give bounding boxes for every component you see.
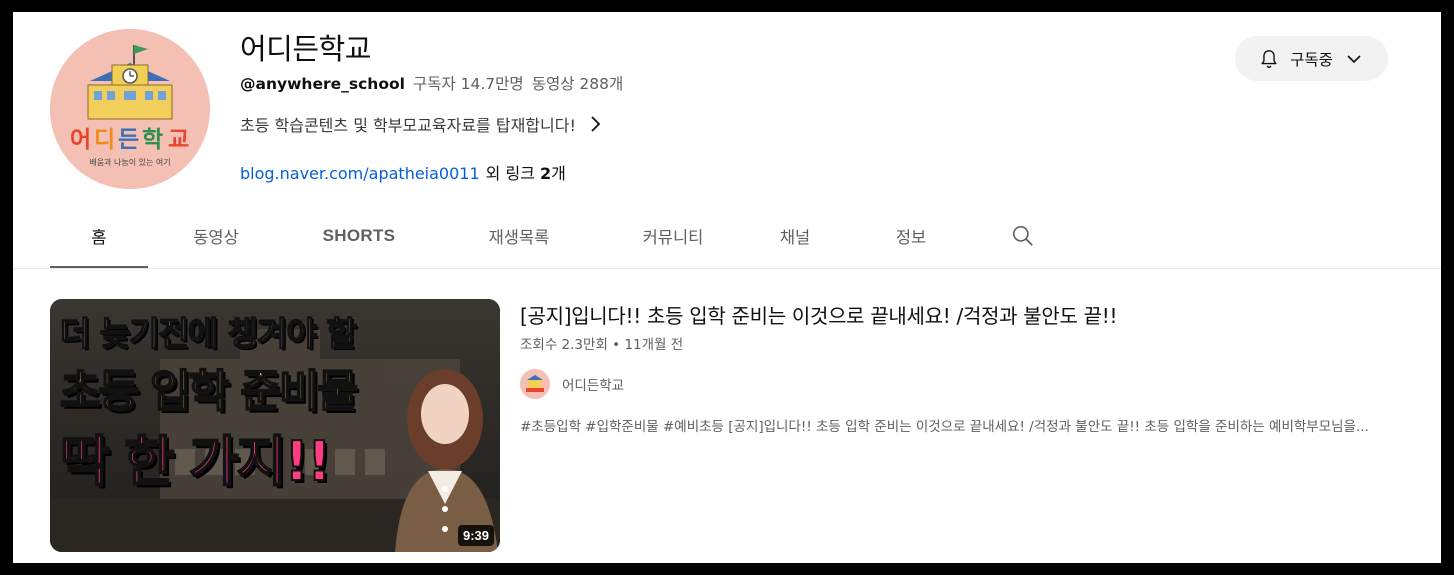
video-views: 조회수 2.3만회	[520, 337, 608, 353]
tab-home-label: 홈	[91, 227, 107, 247]
thumbnail-line-2: 초등 입학 준비물	[59, 365, 359, 418]
tab-community-label: 커뮤니티	[642, 227, 704, 247]
tab-about-label: 정보	[895, 227, 927, 247]
tab-home[interactable]: 홈	[50, 202, 148, 269]
video-age: 11개월 전	[624, 337, 684, 353]
svg-text:든: 든	[118, 127, 139, 153]
tab-channels-label: 채널	[779, 227, 811, 247]
channel-tabs: 홈 동영상 SHORTS 재생목록 커뮤니티 채널 정보	[50, 202, 1072, 269]
tab-channels[interactable]: 채널	[742, 202, 848, 269]
video-duration: 9:39	[457, 525, 494, 546]
svg-text:배움과 나눔이 있는 여기: 배움과 나눔이 있는 여기	[89, 157, 170, 167]
subscribed-button[interactable]: 구독중	[1235, 36, 1388, 81]
subscribed-label: 구독중	[1290, 50, 1333, 69]
school-logo-small-icon	[520, 369, 550, 399]
subscriber-count: 구독자 14.7만명	[412, 75, 524, 93]
thumbnail-line-1: 더 늦기전에 챙겨야 할	[59, 313, 357, 354]
channel-description-text: 초등 학습콘텐츠 및 학부모교육자료를 탑재합니다!	[240, 116, 576, 135]
tabs-divider	[13, 268, 1441, 269]
more-links-suffix: 개	[551, 164, 566, 183]
thumbnail-line-3: 딱 한 가지!!	[59, 429, 333, 494]
channel-links: blog.naver.com/apatheia0011 외 링크 2개	[240, 160, 566, 184]
channel-page: 어 디 든 학 교 배움과 나눔이 있는 여기 어디든학교 @anywhere_…	[13, 12, 1441, 563]
svg-text:교: 교	[168, 127, 189, 153]
video-thumbnail[interactable]: 더 늦기전에 챙겨야 할 초등 입학 준비물 딱 한 가지!! 9:39	[50, 299, 500, 552]
chevron-down-icon	[1343, 48, 1365, 70]
chevron-right-icon	[591, 116, 601, 132]
channel-description[interactable]: 초등 학습콘텐츠 및 학부모교육자료를 탑재합니다!	[240, 112, 602, 136]
video-channel-link[interactable]: 어디든학교	[520, 369, 624, 399]
video-count: 동영상 288개	[531, 75, 624, 93]
channel-search-button[interactable]	[974, 202, 1072, 269]
tab-playlists-label: 재생목록	[488, 227, 550, 247]
tab-playlists[interactable]: 재생목록	[434, 202, 604, 269]
more-links[interactable]: 외 링크 2개	[486, 164, 566, 183]
channel-link[interactable]: blog.naver.com/apatheia0011	[240, 164, 480, 183]
more-links-prefix: 외 링크	[485, 164, 540, 183]
channel-avatar[interactable]: 어 디 든 학 교 배움과 나눔이 있는 여기	[50, 29, 210, 189]
tab-videos[interactable]: 동영상	[148, 202, 284, 269]
svg-text:디: 디	[94, 127, 115, 153]
tab-community[interactable]: 커뮤니티	[604, 202, 742, 269]
search-icon	[1012, 225, 1033, 246]
video-channel-name: 어디든학교	[562, 378, 625, 394]
channel-mini-avatar[interactable]	[520, 369, 550, 399]
video-description: #초등입학 #입학준비물 #예비초등 [공지]입니다!! 초등 입학 준비는 이…	[520, 419, 1369, 435]
channel-name: 어디든학교	[240, 32, 371, 66]
meta-separator: •	[612, 337, 621, 353]
channel-handle: @anywhere_school	[240, 75, 405, 93]
svg-text:학: 학	[142, 127, 163, 153]
bell-icon	[1258, 48, 1280, 70]
school-logo-icon: 어 디 든 학 교 배움과 나눔이 있는 여기	[50, 29, 210, 189]
video-title[interactable]: [공지]입니다!! 초등 입학 준비는 이것으로 끝내세요! /걱정과 불안도 …	[520, 300, 1118, 329]
tab-shorts-label: SHORTS	[322, 225, 396, 245]
tab-shorts[interactable]: SHORTS	[284, 202, 434, 269]
svg-text:어: 어	[70, 127, 91, 153]
tab-videos-label: 동영상	[193, 227, 239, 247]
tab-about[interactable]: 정보	[848, 202, 974, 269]
channel-meta: @anywhere_school 구독자 14.7만명 동영상 288개	[240, 72, 623, 94]
more-links-count: 2	[539, 164, 552, 183]
video-stats: 조회수 2.3만회 • 11개월 전	[520, 333, 683, 353]
